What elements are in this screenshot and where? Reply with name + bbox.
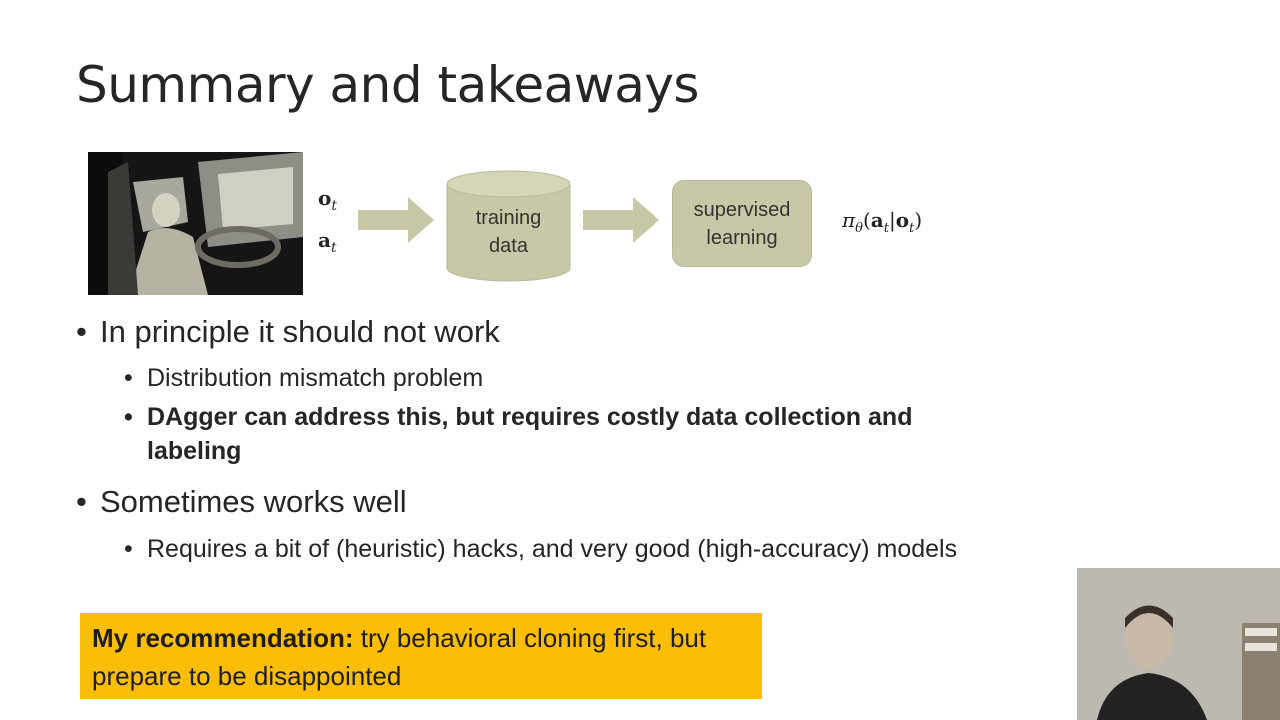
sub-bullet-text: DAgger can address this, but requires co… (147, 403, 913, 465)
arrow-right-icon (583, 197, 659, 243)
presenter-video-illustration (1077, 568, 1280, 720)
policy-observation-subscript: t (909, 221, 915, 236)
bullet-dot: • (124, 403, 133, 431)
sub-bullet-text: Requires a bit of (heuristic) hacks, and… (147, 535, 958, 563)
observation-symbol: o (318, 186, 332, 210)
bullet-text: Sometimes works well (100, 484, 407, 519)
supervised-learning-line2: learning (706, 226, 778, 249)
policy-theta: θ (855, 221, 863, 236)
bullet-item: • In principle it should not work (76, 314, 500, 350)
bullet-dot: • (124, 364, 133, 392)
arrow-right-icon (358, 197, 434, 243)
slide-title: Summary and takeaways (76, 56, 699, 114)
sub-bullet-item: • Distribution mismatch problem (124, 361, 1004, 395)
sub-bullet-item: • Requires a bit of (heuristic) hacks, a… (124, 532, 1004, 566)
supervised-learning-line1: supervised (693, 198, 791, 221)
bullet-dot: • (76, 484, 87, 519)
policy-pi: π (842, 208, 856, 232)
presenter-webcam (1077, 568, 1280, 720)
training-data-line2: data (489, 235, 528, 257)
policy-formula: πθ(at|ot) (842, 208, 923, 236)
sub-bullet-text: Distribution mismatch problem (147, 364, 484, 392)
observation-subscript: t (331, 198, 337, 214)
action-label: at (318, 228, 337, 256)
bullet-item: • Sometimes works well (76, 484, 407, 520)
policy-action-subscript: t (883, 221, 889, 236)
supervised-learning-box: supervised learning (672, 180, 812, 267)
training-data-label: training data (446, 204, 571, 260)
sub-bullet-item: • DAgger can address this, but requires … (124, 400, 1004, 468)
bullet-dot: • (124, 535, 133, 563)
observation-label: ot (318, 186, 337, 214)
action-subscript: t (330, 240, 337, 256)
recommendation-lead: My recommendation: (92, 623, 354, 653)
policy-action: a (870, 208, 884, 232)
policy-observation: o (895, 208, 910, 232)
bullet-text: In principle it should not work (100, 314, 500, 349)
bullet-dot: • (76, 314, 87, 349)
training-data-line1: training (475, 207, 542, 229)
action-symbol: a (318, 228, 331, 252)
driver-photo-illustration (88, 152, 303, 295)
driver-photo (88, 152, 303, 295)
recommendation-callout: My recommendation: try behavioral clonin… (80, 613, 762, 699)
